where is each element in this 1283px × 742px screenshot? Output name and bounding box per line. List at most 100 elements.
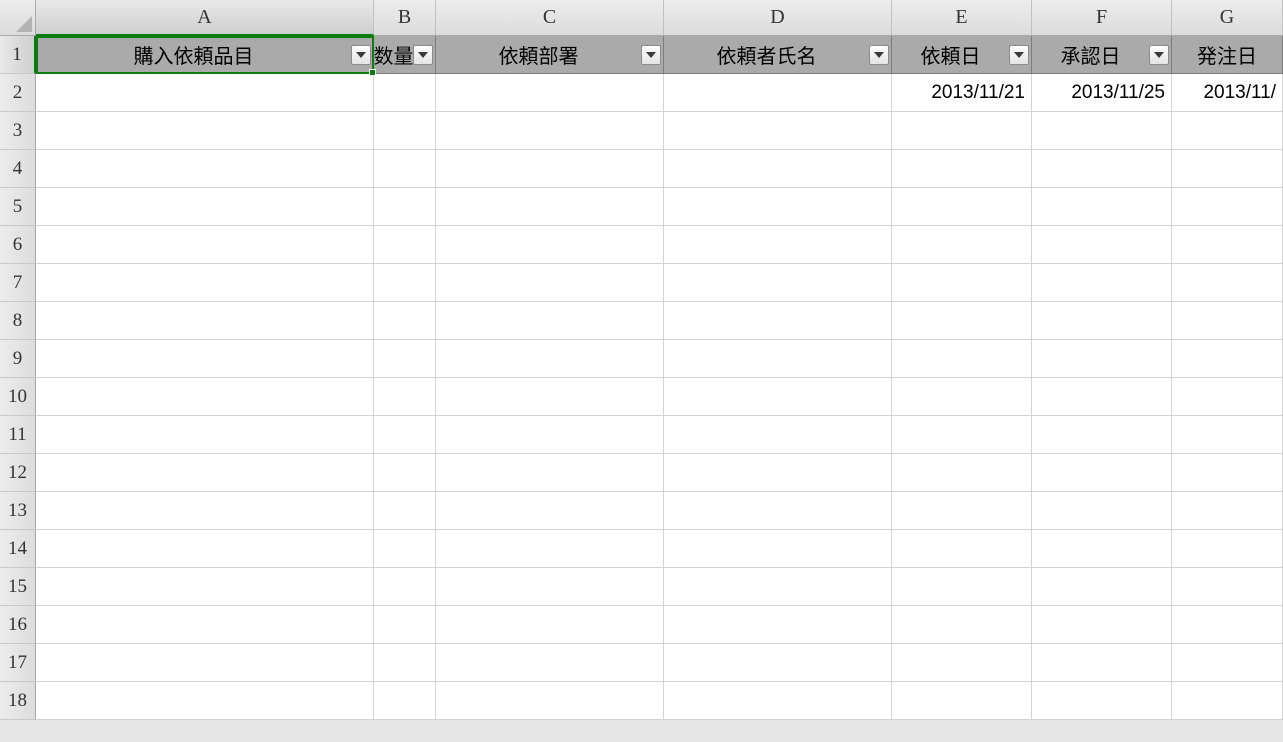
cell-b2[interactable] — [374, 74, 436, 112]
cell-a3[interactable] — [36, 112, 374, 150]
cell-b1[interactable]: 数量 — [374, 36, 436, 74]
cell-b18[interactable] — [374, 682, 436, 720]
cell-a10[interactable] — [36, 378, 374, 416]
cell-c13[interactable] — [436, 492, 664, 530]
cell-g15[interactable] — [1172, 568, 1283, 606]
cell-b12[interactable] — [374, 454, 436, 492]
row-header-14[interactable]: 14 — [0, 530, 36, 568]
cell-e2[interactable]: 2013/11/21 — [892, 74, 1032, 112]
cell-f10[interactable] — [1032, 378, 1172, 416]
cell-d3[interactable] — [664, 112, 892, 150]
cell-e11[interactable] — [892, 416, 1032, 454]
cell-b13[interactable] — [374, 492, 436, 530]
cell-d13[interactable] — [664, 492, 892, 530]
cell-c18[interactable] — [436, 682, 664, 720]
cell-g18[interactable] — [1172, 682, 1283, 720]
cell-g13[interactable] — [1172, 492, 1283, 530]
cell-a2[interactable] — [36, 74, 374, 112]
cell-e8[interactable] — [892, 302, 1032, 340]
filter-button[interactable] — [413, 45, 433, 65]
cell-g3[interactable] — [1172, 112, 1283, 150]
cell-d6[interactable] — [664, 226, 892, 264]
cell-a15[interactable] — [36, 568, 374, 606]
cell-d10[interactable] — [664, 378, 892, 416]
row-header-8[interactable]: 8 — [0, 302, 36, 340]
row-header-7[interactable]: 7 — [0, 264, 36, 302]
cell-a4[interactable] — [36, 150, 374, 188]
row-header-4[interactable]: 4 — [0, 150, 36, 188]
cell-b11[interactable] — [374, 416, 436, 454]
row-header-15[interactable]: 15 — [0, 568, 36, 606]
cell-e5[interactable] — [892, 188, 1032, 226]
row-header-10[interactable]: 10 — [0, 378, 36, 416]
cell-b17[interactable] — [374, 644, 436, 682]
cell-c2[interactable] — [436, 74, 664, 112]
cell-a1[interactable]: 購入依頼品目 — [36, 36, 374, 74]
cell-c8[interactable] — [436, 302, 664, 340]
select-all-corner[interactable] — [0, 0, 36, 36]
row-header-6[interactable]: 6 — [0, 226, 36, 264]
cell-c10[interactable] — [436, 378, 664, 416]
cell-d17[interactable] — [664, 644, 892, 682]
column-header-e[interactable]: E — [892, 0, 1032, 36]
cell-c1[interactable]: 依頼部署 — [436, 36, 664, 74]
cell-f18[interactable] — [1032, 682, 1172, 720]
column-header-d[interactable]: D — [664, 0, 892, 36]
cell-c12[interactable] — [436, 454, 664, 492]
cell-a11[interactable] — [36, 416, 374, 454]
cell-g16[interactable] — [1172, 606, 1283, 644]
cell-c3[interactable] — [436, 112, 664, 150]
row-header-13[interactable]: 13 — [0, 492, 36, 530]
cell-d8[interactable] — [664, 302, 892, 340]
row-header-5[interactable]: 5 — [0, 188, 36, 226]
cell-f8[interactable] — [1032, 302, 1172, 340]
cell-f16[interactable] — [1032, 606, 1172, 644]
cell-a17[interactable] — [36, 644, 374, 682]
row-header-18[interactable]: 18 — [0, 682, 36, 720]
row-header-17[interactable]: 17 — [0, 644, 36, 682]
cell-f1[interactable]: 承認日 — [1032, 36, 1172, 74]
cell-e15[interactable] — [892, 568, 1032, 606]
cell-f9[interactable] — [1032, 340, 1172, 378]
filter-button[interactable] — [641, 45, 661, 65]
cell-a13[interactable] — [36, 492, 374, 530]
filter-button[interactable] — [1149, 45, 1169, 65]
cell-a18[interactable] — [36, 682, 374, 720]
cell-d1[interactable]: 依頼者氏名 — [664, 36, 892, 74]
cell-e17[interactable] — [892, 644, 1032, 682]
cell-b8[interactable] — [374, 302, 436, 340]
cell-g4[interactable] — [1172, 150, 1283, 188]
cell-g12[interactable] — [1172, 454, 1283, 492]
cell-d11[interactable] — [664, 416, 892, 454]
cell-g5[interactable] — [1172, 188, 1283, 226]
column-header-g[interactable]: G — [1172, 0, 1283, 36]
cell-b16[interactable] — [374, 606, 436, 644]
cell-f15[interactable] — [1032, 568, 1172, 606]
cell-g6[interactable] — [1172, 226, 1283, 264]
cell-e12[interactable] — [892, 454, 1032, 492]
column-header-c[interactable]: C — [436, 0, 664, 36]
cell-e10[interactable] — [892, 378, 1032, 416]
cell-d16[interactable] — [664, 606, 892, 644]
cell-a7[interactable] — [36, 264, 374, 302]
cell-d12[interactable] — [664, 454, 892, 492]
cell-f13[interactable] — [1032, 492, 1172, 530]
cell-a16[interactable] — [36, 606, 374, 644]
cell-d2[interactable] — [664, 74, 892, 112]
cell-d7[interactable] — [664, 264, 892, 302]
cell-g10[interactable] — [1172, 378, 1283, 416]
cell-a8[interactable] — [36, 302, 374, 340]
cell-c9[interactable] — [436, 340, 664, 378]
cell-d9[interactable] — [664, 340, 892, 378]
row-header-2[interactable]: 2 — [0, 74, 36, 112]
filter-button[interactable] — [351, 45, 371, 65]
cell-g7[interactable] — [1172, 264, 1283, 302]
cell-g9[interactable] — [1172, 340, 1283, 378]
cell-b7[interactable] — [374, 264, 436, 302]
cell-e9[interactable] — [892, 340, 1032, 378]
cell-d5[interactable] — [664, 188, 892, 226]
cell-d15[interactable] — [664, 568, 892, 606]
cell-f12[interactable] — [1032, 454, 1172, 492]
cell-g14[interactable] — [1172, 530, 1283, 568]
row-header-1[interactable]: 1 — [0, 36, 36, 74]
